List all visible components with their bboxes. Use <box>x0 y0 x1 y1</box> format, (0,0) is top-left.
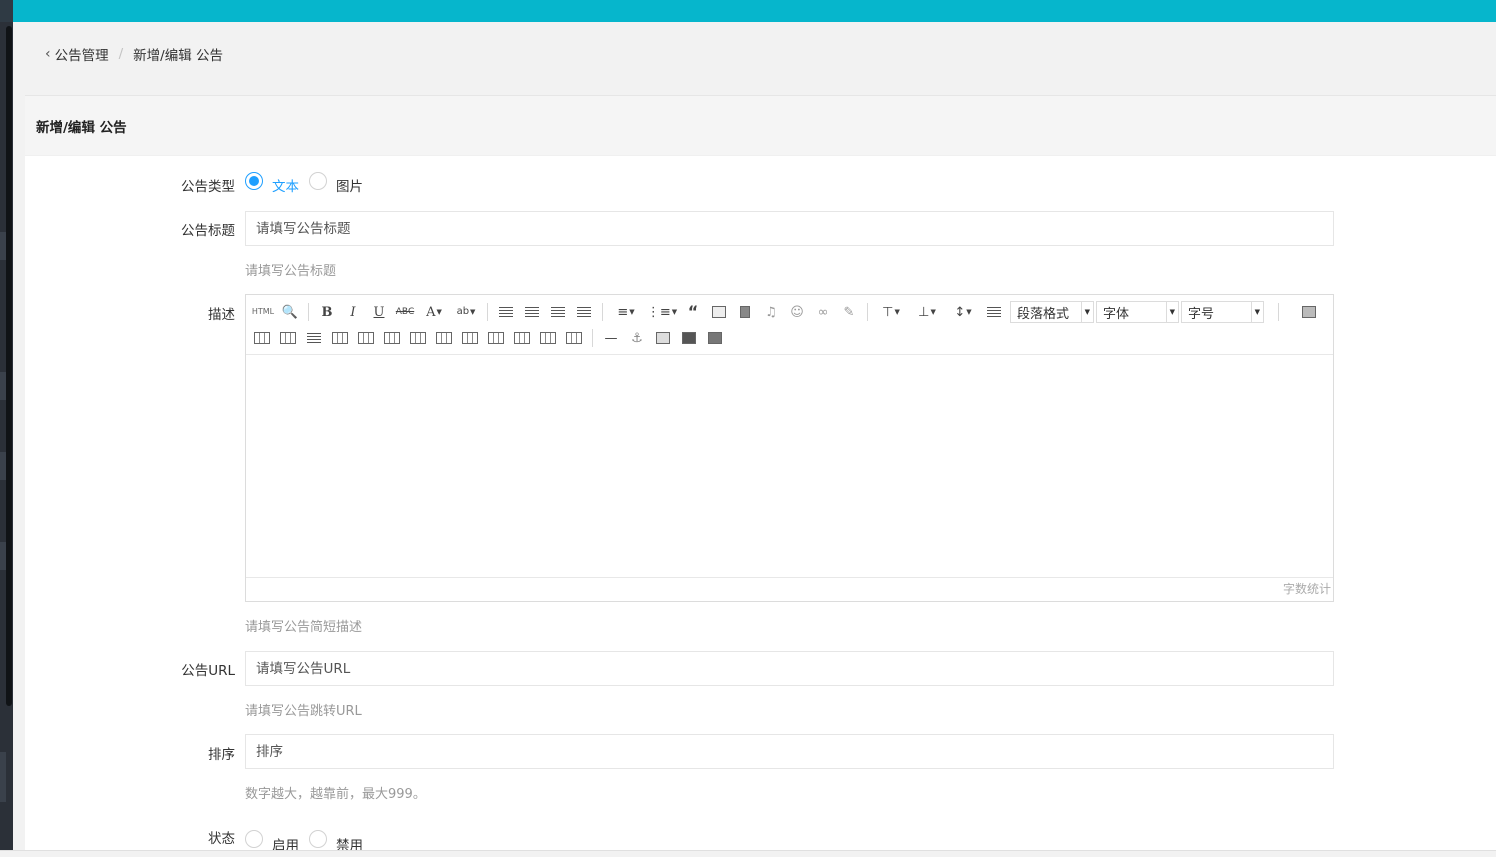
page-break-icon[interactable] <box>653 328 673 348</box>
toolbar-divider <box>308 303 309 321</box>
insert-col-next-icon[interactable] <box>408 328 428 348</box>
rich-text-editor: HTML 🔍 B I U ABC A ▼ ab ▼ ≡ ▼ ⋮≡ ▼ “ ♫ ☺… <box>245 294 1334 602</box>
preview-icon[interactable]: 🔍 <box>280 302 300 322</box>
font-family-select[interactable]: 字体 ▼ <box>1096 301 1179 323</box>
type-text-option-label[interactable]: 文本 <box>272 175 299 195</box>
paragraph-format-select[interactable]: 段落格式 ▼ <box>1010 301 1094 323</box>
align-left-icon[interactable] <box>496 302 516 322</box>
row-spacing-bottom-icon[interactable]: ⊥ ▼ <box>912 302 942 322</box>
image-icon[interactable] <box>709 302 729 322</box>
font-color-icon[interactable]: A ▼ <box>421 302 447 322</box>
url-input[interactable] <box>245 651 1334 686</box>
sidebar-item[interactable] <box>0 542 6 570</box>
sidebar-item[interactable] <box>0 752 6 802</box>
split-cols-icon[interactable] <box>564 328 584 348</box>
toolbar-divider <box>1278 303 1279 321</box>
unordered-list-icon[interactable]: ⋮≡ ▼ <box>647 302 677 322</box>
blockquote-icon[interactable]: “ <box>683 302 703 322</box>
paste-plain-icon[interactable] <box>705 328 725 348</box>
toolbar-divider <box>867 303 868 321</box>
merge-down-icon[interactable] <box>486 328 506 348</box>
italic-icon[interactable]: I <box>343 302 363 322</box>
toolbar-divider <box>487 303 488 321</box>
fullscreen-icon[interactable] <box>1299 302 1319 322</box>
strikethrough-icon[interactable]: ABC <box>395 302 415 322</box>
align-right-icon[interactable] <box>548 302 568 322</box>
horizontal-rule-icon[interactable]: — <box>601 328 621 348</box>
sidebar-item[interactable] <box>0 232 6 260</box>
top-bar <box>0 0 1496 22</box>
top-bar-corner <box>0 0 13 22</box>
type-label: 公告类型 <box>181 179 235 195</box>
ordered-list-icon[interactable]: ≡ ▼ <box>611 302 641 322</box>
html-source-button[interactable]: HTML <box>252 302 274 322</box>
editor-toolbar: HTML 🔍 B I U ABC A ▼ ab ▼ ≡ ▼ ⋮≡ ▼ “ ♫ ☺… <box>246 295 1333 355</box>
music-icon[interactable]: ♫ <box>761 302 781 322</box>
line-height-icon[interactable]: ↕ ▼ <box>948 302 978 322</box>
anchor-icon[interactable]: ⚓ <box>627 328 647 348</box>
form-card: 新增/编辑 公告 公告类型 文本 图片 公告标题 请填写公告标题 描述 HTML… <box>25 95 1496 854</box>
title-label: 公告标题 <box>181 223 235 239</box>
status-enable-radio[interactable] <box>245 830 263 848</box>
underline-icon[interactable]: U <box>369 302 389 322</box>
chevron-down-icon: ▼ <box>1250 302 1260 322</box>
sort-help: 数字越大，越靠前，最大999。 <box>245 787 426 802</box>
insert-row-next-icon[interactable] <box>356 328 376 348</box>
split-rows-icon[interactable] <box>538 328 558 348</box>
chevron-down-icon: ▼ <box>1080 302 1090 322</box>
insert-table-icon[interactable] <box>252 328 272 348</box>
align-center-icon[interactable] <box>522 302 542 322</box>
indent-icon[interactable] <box>984 302 1004 322</box>
chevron-down-icon: ▼ <box>1165 302 1175 322</box>
merge-cells-icon[interactable] <box>434 328 454 348</box>
insert-col-icon[interactable] <box>382 328 402 348</box>
sidebar-scrollbar[interactable] <box>6 26 12 706</box>
card-title: 新增/编辑 公告 <box>25 96 1496 156</box>
status-label: 状态 <box>208 831 235 847</box>
editor-content-area[interactable] <box>246 355 1333 577</box>
link-icon[interactable]: ∞ <box>813 302 833 322</box>
sidebar-item[interactable] <box>0 452 6 480</box>
title-input[interactable] <box>245 211 1334 246</box>
url-label: 公告URL <box>181 663 235 679</box>
bottom-strip <box>0 850 1496 857</box>
back-chevron-icon[interactable]: ‹ <box>45 46 51 62</box>
merge-right-icon[interactable] <box>460 328 480 348</box>
type-text-radio[interactable] <box>245 172 263 190</box>
align-justify-icon[interactable] <box>574 302 594 322</box>
type-image-option-label[interactable]: 图片 <box>336 175 363 195</box>
font-size-select[interactable]: 字号 ▼ <box>1181 301 1264 323</box>
paragraph-format-label: 段落格式 <box>1017 306 1070 322</box>
breadcrumb-parent-link[interactable]: 公告管理 <box>55 44 109 64</box>
desc-label: 描述 <box>208 307 235 323</box>
left-sidebar <box>0 22 13 857</box>
emotion-icon[interactable]: ☺ <box>787 302 807 322</box>
font-family-label: 字体 <box>1103 306 1130 322</box>
title-help: 请填写公告标题 <box>245 264 337 279</box>
url-help: 请填写公告跳转URL <box>245 704 362 719</box>
desc-help: 请填写公告简短描述 <box>245 620 363 635</box>
sidebar-item[interactable] <box>0 372 6 400</box>
toolbar-divider <box>602 303 603 321</box>
breadcrumb-current: 新增/编辑 公告 <box>133 48 224 64</box>
row-spacing-top-icon[interactable]: ⊤ ▼ <box>876 302 906 322</box>
sort-input[interactable] <box>245 734 1334 769</box>
breadcrumb: ‹ 公告管理 / 新增/编辑 公告 <box>45 44 223 64</box>
breadcrumb-separator: / <box>118 46 124 62</box>
eraser-icon[interactable]: ✎ <box>839 302 859 322</box>
print-icon[interactable] <box>679 328 699 348</box>
toolbar-divider <box>592 329 593 347</box>
font-size-label: 字号 <box>1188 306 1215 322</box>
insert-row-icon[interactable] <box>330 328 350 348</box>
word-count: 字数统计 <box>246 577 1333 601</box>
split-cells-icon[interactable] <box>512 328 532 348</box>
bold-icon[interactable]: B <box>317 302 337 322</box>
highlight-color-icon[interactable]: ab ▼ <box>453 302 479 322</box>
delete-table-icon[interactable] <box>278 328 298 348</box>
sort-label: 排序 <box>208 747 235 763</box>
status-disable-radio[interactable] <box>309 830 327 848</box>
type-image-radio[interactable] <box>309 172 327 190</box>
insert-caption-icon[interactable] <box>304 328 324 348</box>
video-icon[interactable] <box>735 302 755 322</box>
